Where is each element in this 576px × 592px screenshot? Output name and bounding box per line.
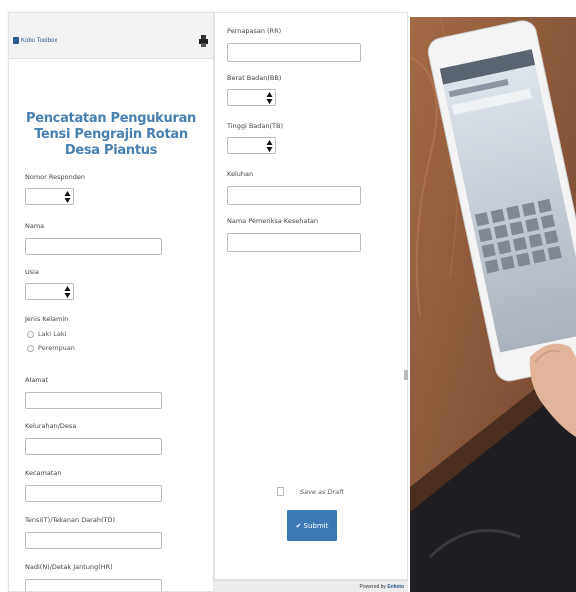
field-nama: Nama xyxy=(25,222,162,255)
field-pemeriksa: Nama Pemeriksa Kesehatan xyxy=(227,217,361,252)
spinner-icon[interactable] xyxy=(64,190,71,204)
submit-label: Submit xyxy=(303,521,329,530)
field-tensi: Tensi(T)/Tekanan Darah(TD) xyxy=(25,516,162,549)
tensi-input[interactable] xyxy=(25,532,162,549)
powered-by: Powered by Enketo xyxy=(360,584,404,590)
radio-label: Laki Laki xyxy=(38,330,67,338)
pernapasan-input[interactable] xyxy=(227,43,361,62)
usia-input[interactable] xyxy=(25,283,74,300)
field-tinggi-badan: Tinggi Badan(TB) xyxy=(227,122,283,154)
field-label: Kecamatan xyxy=(25,469,62,477)
save-draft-row[interactable]: Save as Draft xyxy=(277,487,344,496)
radio-button[interactable] xyxy=(27,344,34,352)
field-alamat: Alamat xyxy=(25,376,162,409)
form-title: Pencatatan Pengukuran Tensi Pengrajin Ro… xyxy=(25,111,197,158)
kobo-logo-icon xyxy=(13,37,19,44)
spinner-icon[interactable] xyxy=(64,285,71,299)
keluhan-input[interactable] xyxy=(227,186,361,205)
field-label: Pernapasan (RR) xyxy=(227,27,282,35)
kecamatan-input[interactable] xyxy=(25,485,162,502)
radio-label: Perempuan xyxy=(38,344,75,352)
field-label: Kelurahan/Desa xyxy=(25,422,77,430)
nadi-input[interactable] xyxy=(25,579,162,591)
field-label: Usia xyxy=(25,268,39,276)
field-jenis-kelamin: Jenis Kelamin Laki Laki Perempuan xyxy=(25,315,75,352)
kelurahan-input[interactable] xyxy=(25,438,162,455)
spinner-icon[interactable] xyxy=(266,139,273,153)
form-panel-left: Kobo Toolbox Pencatatan Pengukuran Tensi… xyxy=(8,12,214,592)
field-label: Nomor Responden xyxy=(25,173,85,181)
field-nomor-responden: Nomor Responden xyxy=(25,173,85,205)
field-label: Tensi(T)/Tekanan Darah(TD) xyxy=(25,516,116,524)
footer: Powered by Enketo xyxy=(214,580,408,592)
radio-perempuan[interactable]: Perempuan xyxy=(27,344,75,352)
radio-button[interactable] xyxy=(27,330,34,338)
scroll-handle[interactable] xyxy=(404,370,408,380)
submit-button[interactable]: ✔ Submit xyxy=(287,510,337,541)
field-label: Jenis Kelamin xyxy=(25,315,69,323)
field-label: Alamat xyxy=(25,376,49,384)
powered-by-brand[interactable]: Enketo xyxy=(387,584,404,590)
field-kelurahan: Kelurahan/Desa xyxy=(25,422,162,455)
field-berat-badan: Berat Badan(BB) xyxy=(227,74,281,106)
phone-photo-illustration xyxy=(410,17,576,592)
radio-laki-laki[interactable]: Laki Laki xyxy=(27,330,75,338)
field-kecamatan: Kecamatan xyxy=(25,469,162,502)
field-keluhan: Keluhan xyxy=(227,170,361,205)
nama-input[interactable] xyxy=(25,238,162,255)
field-pernapasan: Pernapasan (RR) xyxy=(227,27,361,62)
field-nadi: Nadi(N)/Detak Jantung(HR) xyxy=(25,563,162,591)
powered-by-prefix: Powered by xyxy=(359,584,386,590)
form-panel-right: Pernapasan (RR) Berat Badan(BB) Tinggi B… xyxy=(214,12,408,580)
berat-badan-input[interactable] xyxy=(227,89,276,106)
field-label: Nama Pemeriksa Kesehatan xyxy=(227,217,318,225)
brand-name: Kobo Toolbox xyxy=(21,37,58,44)
field-label: Berat Badan(BB) xyxy=(227,74,282,82)
save-draft-checkbox[interactable] xyxy=(277,487,284,496)
spinner-icon[interactable] xyxy=(266,91,273,105)
print-icon[interactable] xyxy=(199,35,208,47)
field-label: Nama xyxy=(25,222,45,230)
form-header-bar: Kobo Toolbox xyxy=(9,13,213,59)
pemeriksa-input[interactable] xyxy=(227,233,361,252)
alamat-input[interactable] xyxy=(25,392,162,409)
save-draft-label: Save as Draft xyxy=(300,487,344,496)
field-label: Keluhan xyxy=(227,170,254,178)
field-label: Nadi(N)/Detak Jantung(HR) xyxy=(25,563,113,571)
field-label: Tinggi Badan(TB) xyxy=(227,122,283,130)
tinggi-badan-input[interactable] xyxy=(227,137,276,154)
nomor-responden-input[interactable] xyxy=(25,188,74,205)
brand[interactable]: Kobo Toolbox xyxy=(13,37,57,44)
checkmark-icon: ✔ xyxy=(295,521,302,530)
phone-photo xyxy=(410,17,576,592)
field-usia: Usia xyxy=(25,268,74,300)
